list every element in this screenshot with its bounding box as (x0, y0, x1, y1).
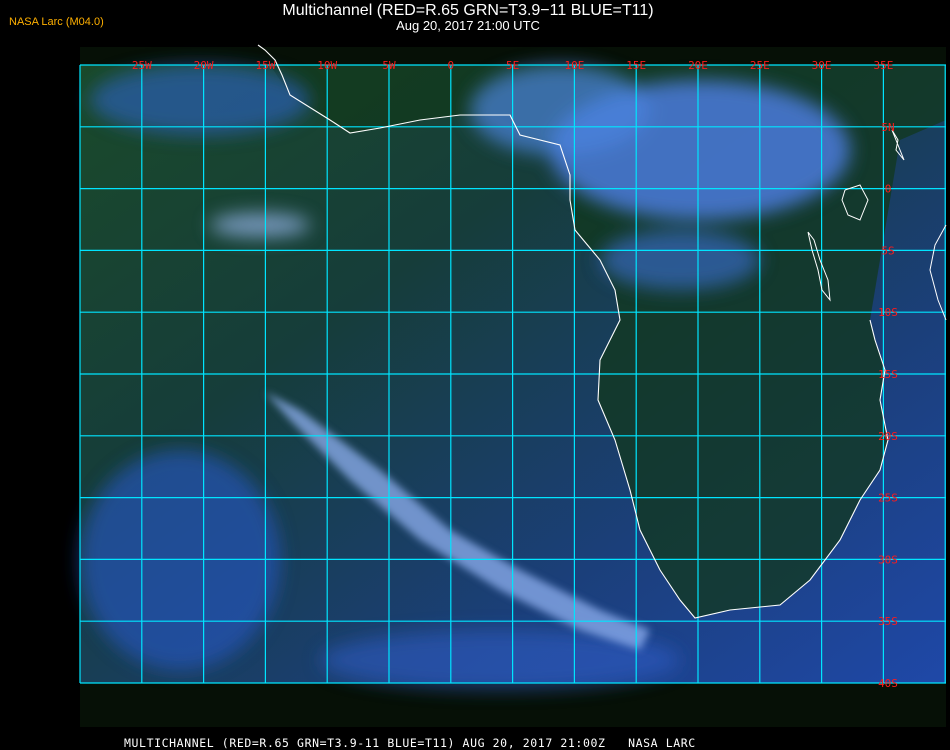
longitude-label: 25W (132, 59, 152, 72)
latitude-label: 15S (878, 368, 898, 381)
latitude-label: 30S (878, 553, 898, 566)
latitude-label: 5N (881, 121, 894, 134)
longitude-label: 10W (317, 59, 337, 72)
latitude-label: 40S (878, 677, 898, 690)
longitude-label: 30E (812, 59, 832, 72)
longitude-label: 5W (382, 59, 396, 72)
latitude-label: 20S (878, 430, 898, 443)
longitude-label: 0 (447, 59, 454, 72)
latitude-label: 10S (878, 306, 898, 319)
longitude-label: 15E (626, 59, 646, 72)
longitude-label: 25E (750, 59, 770, 72)
latitude-label: 5S (881, 244, 894, 257)
latitude-label: 35S (878, 615, 898, 628)
longitude-label: 5E (506, 59, 519, 72)
latitude-label: 0 (885, 183, 892, 196)
longitude-label: 35E (873, 59, 893, 72)
longitude-label: 15W (255, 59, 275, 72)
footer-caption: MULTICHANNEL (RED=R.65 GRN=T3.9-11 BLUE=… (124, 736, 696, 750)
longitude-label: 20E (688, 59, 708, 72)
satellite-map: 25W 20W 15W 10W 5W 0 5E 10E 15E 20E 25E 30E 35E 5N 0 5… (79, 44, 947, 727)
longitude-label: 20W (194, 59, 214, 72)
longitude-label: 10E (564, 59, 584, 72)
latitude-label: 25S (878, 492, 898, 505)
